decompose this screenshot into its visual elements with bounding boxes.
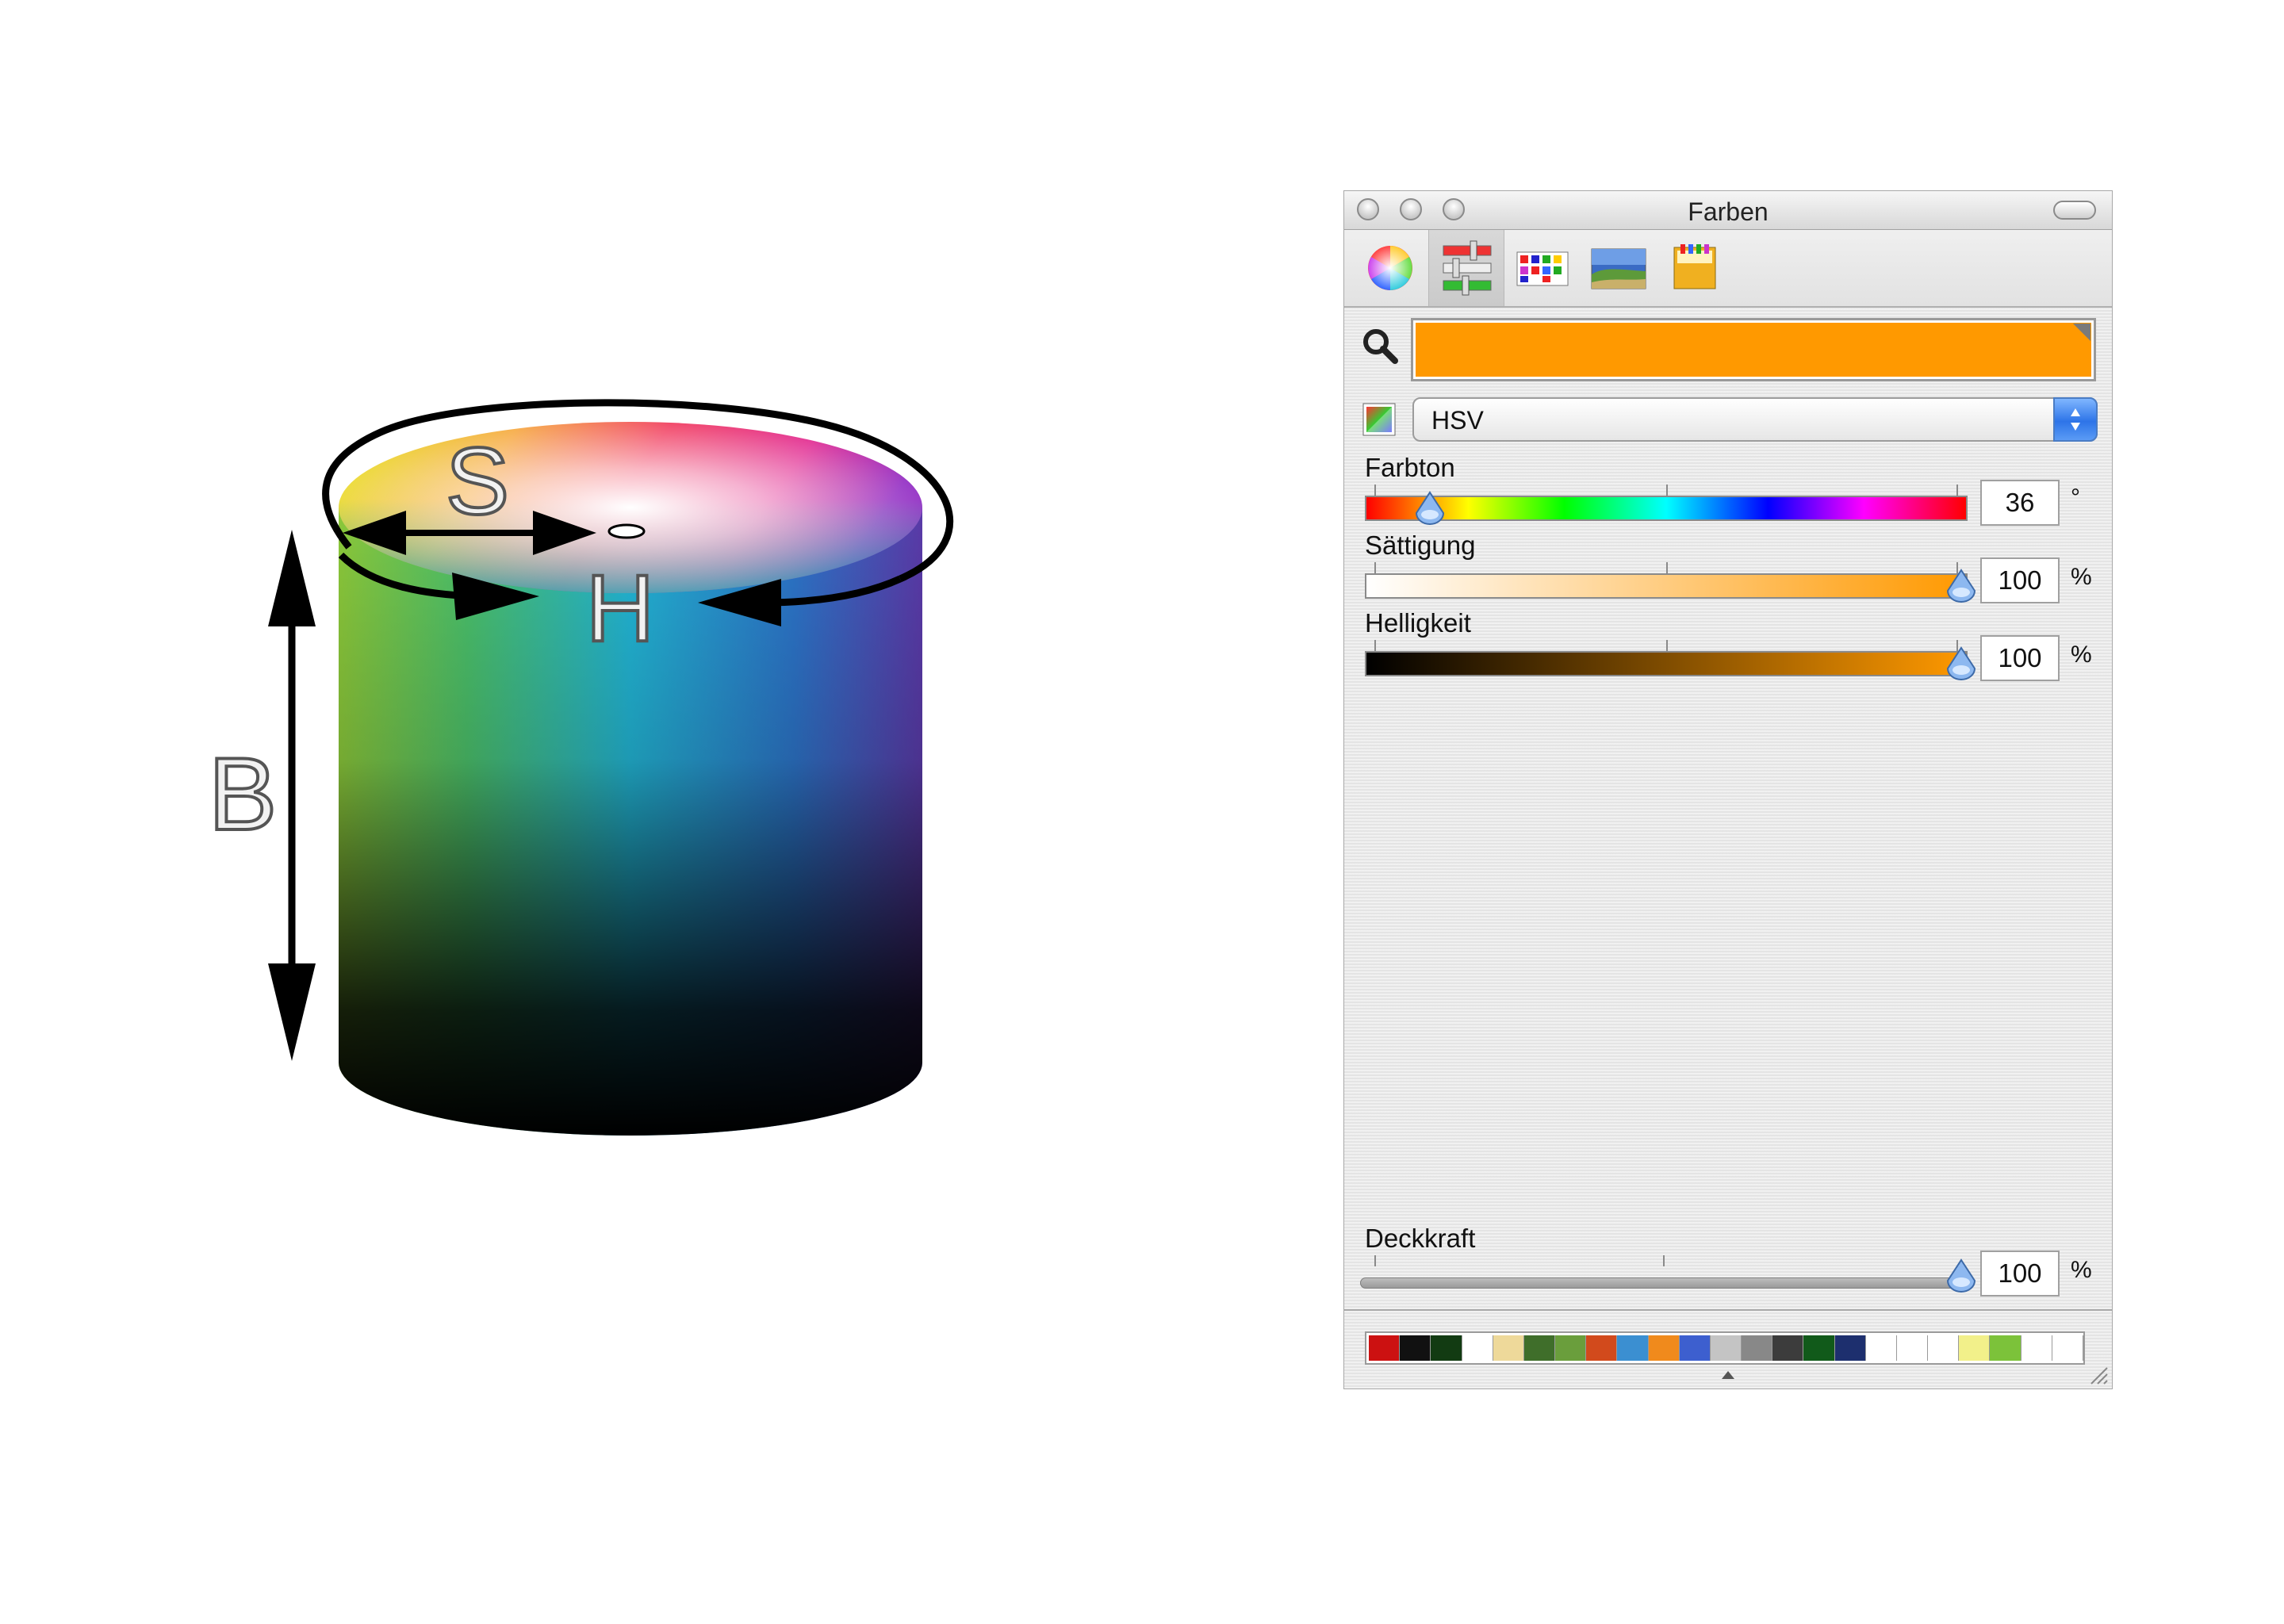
- swatch[interactable]: [1586, 1335, 1618, 1361]
- swatch[interactable]: [1462, 1335, 1493, 1361]
- color-well-corner: [2073, 324, 2090, 341]
- swatch[interactable]: [1928, 1335, 1960, 1361]
- brightness-ticks: [1365, 640, 1968, 651]
- swatch[interactable]: [1369, 1335, 1401, 1361]
- color-model-value: HSV: [1431, 406, 1484, 435]
- swatch[interactable]: [1400, 1335, 1431, 1361]
- resize-grip-icon[interactable]: [2085, 1362, 2109, 1385]
- swatch[interactable]: [1865, 1335, 1897, 1361]
- hsv-cylinder-diagram: S H B: [207, 399, 954, 1136]
- opacity-slider[interactable]: [1360, 1277, 1963, 1289]
- swatch[interactable]: [1648, 1335, 1680, 1361]
- swatch[interactable]: [1772, 1335, 1804, 1361]
- toolbar-toggle-button[interactable]: [2053, 201, 2096, 220]
- magnifier-icon[interactable]: [1360, 326, 1400, 366]
- tab-color-wheel[interactable]: [1352, 230, 1428, 306]
- color-space-icon: [1362, 403, 1396, 436]
- saturation-ticks: [1365, 562, 1968, 573]
- tab-color-palettes[interactable]: [1504, 230, 1581, 306]
- swatch[interactable]: [1679, 1335, 1711, 1361]
- opacity-ticks: [1365, 1255, 1968, 1266]
- swatch[interactable]: [1431, 1335, 1462, 1361]
- color-sliders-icon: [1443, 240, 1492, 296]
- hue-unit: °: [2071, 485, 2080, 511]
- saturation-slider-knob[interactable]: [1945, 569, 1977, 605]
- tab-color-sliders[interactable]: [1428, 230, 1504, 306]
- saturation-label: S: [446, 428, 509, 534]
- tab-crayons[interactable]: [1657, 230, 1733, 306]
- hue-slider-knob[interactable]: [1414, 491, 1446, 527]
- brightness-slider[interactable]: [1365, 651, 1968, 676]
- swatch[interactable]: [1834, 1335, 1866, 1361]
- color-palettes-icon: [1516, 251, 1569, 286]
- hue-value-field[interactable]: 36: [1980, 480, 2060, 526]
- color-wheel-icon: [1368, 246, 1412, 290]
- brightness-unit: %: [2071, 642, 2092, 668]
- swatch[interactable]: [1990, 1335, 2021, 1361]
- window-title: Farben: [1688, 197, 1769, 226]
- brightness-label: B: [209, 736, 278, 852]
- brightness-value-field[interactable]: 100: [1980, 635, 2060, 681]
- swatch[interactable]: [1803, 1335, 1835, 1361]
- hue-ticks: [1365, 485, 1968, 496]
- hue-slider[interactable]: [1365, 496, 1968, 521]
- select-stepper[interactable]: [2053, 397, 2098, 442]
- opacity-value-field[interactable]: 100: [1980, 1251, 2060, 1297]
- mode-toolbar: [1344, 230, 2112, 308]
- color-model-select[interactable]: HSV: [1412, 397, 2098, 442]
- image-palettes-icon: [1591, 248, 1646, 289]
- opacity-unit: %: [2071, 1257, 2092, 1283]
- saturation-slider[interactable]: [1365, 573, 1968, 599]
- tab-image-palettes[interactable]: [1581, 230, 1657, 306]
- colors-panel: Farben HSV Farbton 36 ° Sättigung 100 % …: [1343, 190, 2113, 1389]
- title-bar: Farben: [1344, 191, 2112, 230]
- up-down-arrows-icon: [2071, 408, 2080, 431]
- hue-label: H: [586, 555, 655, 661]
- hue-label: Farbton: [1365, 453, 1455, 482]
- brightness-label: Helligkeit: [1365, 608, 1471, 638]
- swatch[interactable]: [1742, 1335, 1773, 1361]
- saturation-unit: %: [2071, 564, 2092, 590]
- swatch[interactable]: [2021, 1335, 2052, 1361]
- swatch-drawer-handle-icon[interactable]: [1722, 1371, 1734, 1379]
- swatch[interactable]: [2052, 1335, 2083, 1361]
- swatch[interactable]: [1617, 1335, 1649, 1361]
- current-color-well[interactable]: [1411, 318, 2096, 381]
- saturation-value-field[interactable]: 100: [1980, 557, 2060, 603]
- brightness-slider-knob[interactable]: [1945, 646, 1977, 683]
- opacity-label: Deckkraft: [1365, 1224, 1476, 1253]
- saturation-label: Sättigung: [1365, 530, 1476, 560]
- swatch[interactable]: [1710, 1335, 1742, 1361]
- swatch[interactable]: [1523, 1335, 1556, 1361]
- swatch[interactable]: [1555, 1335, 1587, 1361]
- crayons-icon: [1673, 244, 1716, 289]
- swatch[interactable]: [1896, 1335, 1929, 1361]
- opacity-slider-knob[interactable]: [1945, 1258, 1977, 1295]
- swatch[interactable]: [1959, 1335, 1991, 1361]
- divider: [1344, 1309, 2112, 1311]
- swatch-strip[interactable]: [1365, 1331, 2085, 1365]
- swatch[interactable]: [1493, 1335, 1524, 1361]
